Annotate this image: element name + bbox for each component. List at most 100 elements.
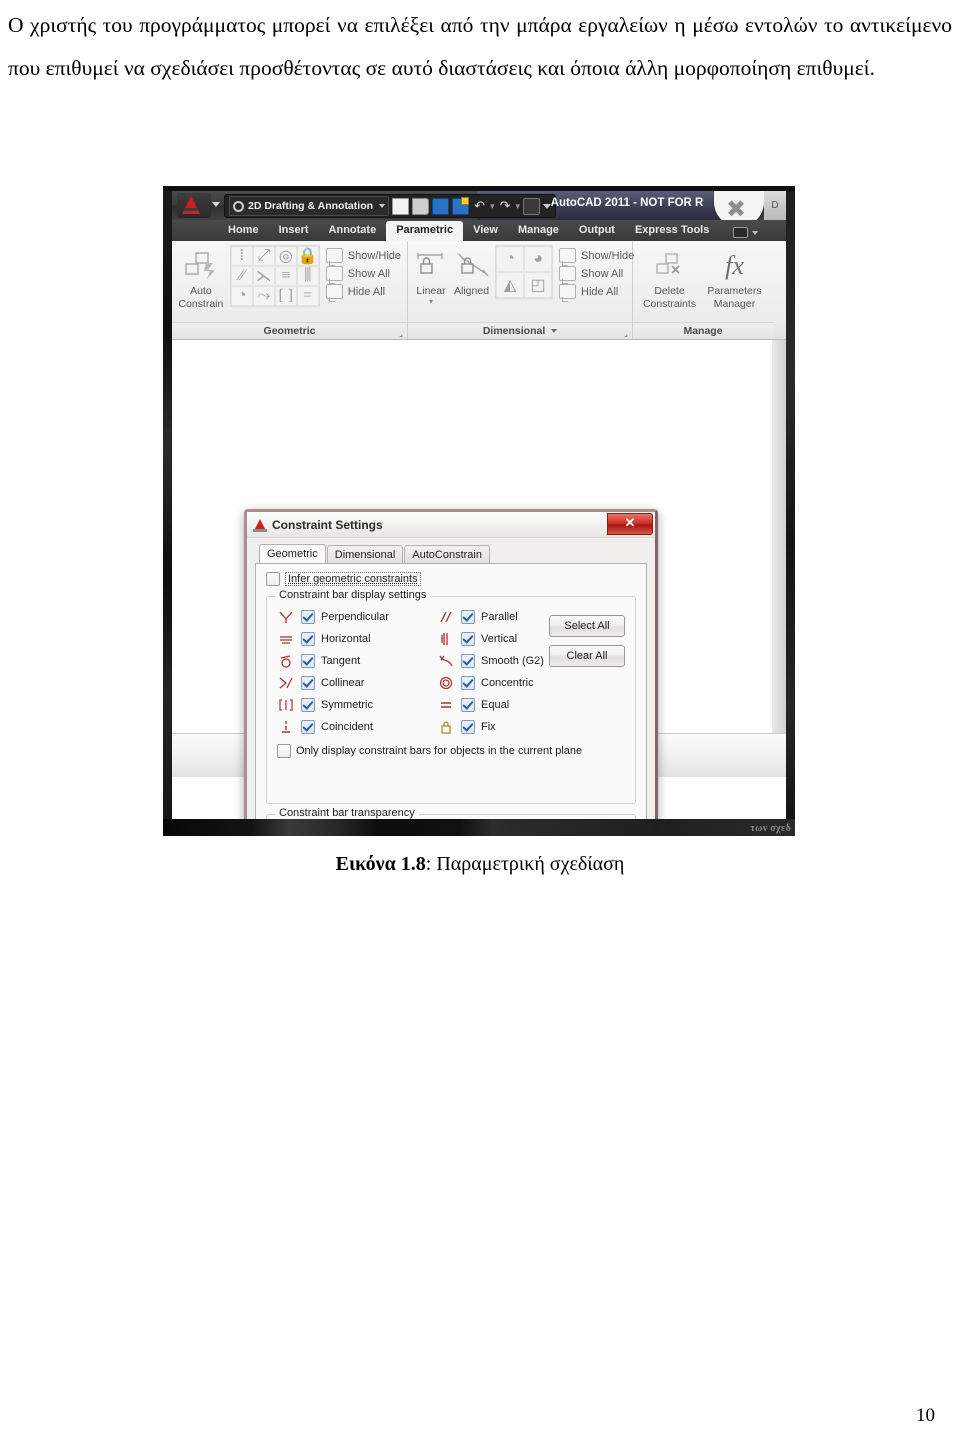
app-menu-chevron-down-icon[interactable] [212, 202, 220, 207]
parallel-checkbox[interactable] [461, 609, 475, 624]
new-file-icon[interactable] [392, 197, 410, 215]
save-disk-icon[interactable] [432, 197, 450, 215]
linear-dropdown-caret-icon[interactable]: ▾ [414, 298, 448, 306]
redo-arrow-icon[interactable]: ↷ [498, 199, 513, 214]
dialog-title-bar: Constraint Settings ✕ [247, 512, 655, 538]
workspace-selector[interactable]: 2D Drafting & Annotation [229, 196, 390, 216]
undo-dropdown-dot[interactable]: ▾ [490, 201, 495, 212]
parameters-manager-button[interactable]: fx Parameters Manager [702, 245, 767, 311]
coincident-checkbox[interactable] [301, 719, 315, 734]
only-current-plane-row[interactable]: Only display constraint bars for objects… [277, 744, 625, 758]
panel-title-geometric[interactable]: Geometric ⌟ [172, 322, 407, 339]
tab-express-tools[interactable]: Express Tools [625, 221, 719, 241]
dimensional-show-all-label: Show All [581, 267, 624, 280]
dimensional-show-hide-button[interactable]: Show/Hide [559, 248, 635, 266]
open-folder-icon[interactable] [412, 197, 430, 215]
only-current-plane-label: Only display constraint bars for objects… [296, 745, 583, 757]
chevron-down-icon[interactable] [379, 204, 386, 208]
save-as-icon[interactable] [452, 196, 470, 215]
tangent-constraint-icon[interactable]: ◔ [230, 286, 253, 306]
ribbon-tab-overflow[interactable] [733, 227, 759, 241]
convert-constraint-icon[interactable]: ◰ [524, 272, 553, 298]
horizontal-checkbox[interactable] [301, 631, 315, 646]
geometric-show-hide-button[interactable]: Show/Hide [325, 248, 401, 266]
tab-home[interactable]: Home [218, 221, 269, 241]
tab-view[interactable]: View [463, 221, 508, 241]
tangent-row[interactable]: Tangent [277, 653, 437, 668]
smooth-checkbox[interactable] [461, 653, 475, 668]
collinear-checkbox[interactable] [301, 675, 315, 690]
linear-constraint-button[interactable]: Linear ▾ [414, 245, 448, 306]
paragraph-1: Ο χριστής του προγράμματος μπορεί να επι… [8, 13, 952, 80]
aligned-constraint-button[interactable]: Aligned [454, 245, 489, 298]
dialog-tab-autoconstrain[interactable]: AutoConstrain [404, 545, 490, 563]
horizontal-constraint-icon[interactable]: ≡ [274, 266, 297, 286]
concentric-icon [437, 675, 455, 690]
vertical-constraint-icon[interactable]: ⫼ [296, 266, 319, 286]
equal-row[interactable]: Equal [437, 697, 597, 712]
fix-checkbox[interactable] [461, 719, 475, 734]
concentric-row[interactable]: Concentric [437, 675, 597, 690]
symmetric-constraint-icon[interactable]: [ ] [274, 286, 297, 306]
perpendicular-row[interactable]: Perpendicular [277, 609, 437, 624]
radial-constraint-icon[interactable]: ◔ [496, 246, 525, 272]
ribbon-panel-geometric: Auto Constrain ⁞ ⤢ ◎ 🔒 ∕∕ ⋋ ≡ ⫼ ◔ ⤳ [] … [172, 241, 408, 339]
autocad-a-icon[interactable] [177, 193, 211, 218]
perpendicular-checkbox[interactable] [301, 609, 315, 624]
geometric-hide-all-button[interactable]: Hide All [325, 284, 401, 302]
equal-constraint-icon[interactable]: = [296, 286, 319, 306]
coincident-row[interactable]: Coincident [277, 719, 437, 734]
dialog-tab-dimensional[interactable]: Dimensional [326, 545, 404, 563]
collinear-constraint-icon[interactable]: ⤢ [252, 246, 275, 266]
infer-geometric-constraints-checkbox[interactable] [266, 572, 280, 586]
coincident-constraint-icon[interactable]: ⁞ [230, 246, 253, 266]
chevron-down-icon[interactable] [551, 329, 558, 334]
figure-caption-label: Εικόνα 1.8 [335, 853, 426, 875]
undo-arrow-icon[interactable]: ↶ [472, 199, 487, 214]
tangent-checkbox[interactable] [301, 653, 315, 668]
camera-icon[interactable] [733, 227, 749, 238]
fix-row[interactable]: Fix [437, 719, 597, 734]
vertical-checkbox[interactable] [461, 631, 475, 646]
autocad-application-window: 2D Drafting & Annotation ↶ ▾ ↷ ▾ AutoCAD… [172, 191, 786, 819]
diameter-constraint-icon[interactable]: ◕ [524, 246, 553, 272]
dialog-tab-geometric[interactable]: Geometric [259, 544, 326, 563]
perpendicular-constraint-icon[interactable]: ⋋ [252, 266, 275, 286]
constraint-bar-display-settings-group: Constraint bar display settings Perpendi… [266, 589, 636, 804]
auto-constrain-button[interactable]: Auto Constrain [178, 245, 224, 311]
geometric-show-all-button[interactable]: Show All [325, 266, 401, 284]
tab-annotate[interactable]: Annotate [319, 221, 387, 241]
a-triangle-shape [255, 518, 265, 529]
redo-dropdown-dot[interactable]: ▾ [516, 201, 521, 212]
infer-geometric-constraints-row[interactable]: Infer geometric constraints [266, 572, 636, 586]
dimensional-show-all-button[interactable]: Show All [559, 266, 634, 284]
vertical-scrollbar[interactable] [772, 340, 786, 734]
parallel-constraint-icon[interactable]: ∕∕ [230, 266, 253, 286]
collinear-row[interactable]: Collinear [277, 675, 437, 690]
chevron-down-icon[interactable] [752, 230, 759, 235]
select-all-button[interactable]: Select All [549, 615, 625, 637]
symmetric-row[interactable]: Symmetric [277, 697, 437, 712]
clear-all-button[interactable]: Clear All [549, 645, 625, 667]
smooth-constraint-icon[interactable]: ⤳ [252, 286, 275, 306]
equal-checkbox[interactable] [461, 697, 475, 712]
dimensional-hide-all-button[interactable]: Hide All [559, 284, 634, 302]
horizontal-row[interactable]: Horizontal [277, 631, 437, 646]
delete-constraints-button[interactable]: Delete Constraints [639, 245, 700, 311]
dimensional-show-hide-label: Show/Hide [581, 249, 635, 262]
vertical-icon [437, 631, 455, 646]
fix-constraint-icon[interactable]: 🔒 [296, 246, 319, 266]
tab-manage[interactable]: Manage [508, 221, 569, 241]
panel-title-dimensional[interactable]: Dimensional ⌟ [408, 322, 632, 339]
tab-output[interactable]: Output [569, 221, 625, 241]
concentric-constraint-icon[interactable]: ◎ [274, 246, 297, 266]
tab-parametric[interactable]: Parametric [386, 221, 464, 241]
dialog-close-button[interactable]: ✕ [607, 513, 653, 535]
drawing-canvas[interactable]: Constraint Settings ✕ Geometric Dimensio… [172, 340, 786, 819]
tab-insert[interactable]: Insert [269, 221, 319, 241]
concentric-checkbox[interactable] [461, 675, 475, 690]
only-current-plane-checkbox[interactable] [277, 744, 291, 758]
symmetric-checkbox[interactable] [301, 697, 315, 712]
angular-constraint-icon[interactable]: ◭ [496, 272, 525, 298]
panel-title-manage[interactable]: Manage [633, 322, 773, 339]
